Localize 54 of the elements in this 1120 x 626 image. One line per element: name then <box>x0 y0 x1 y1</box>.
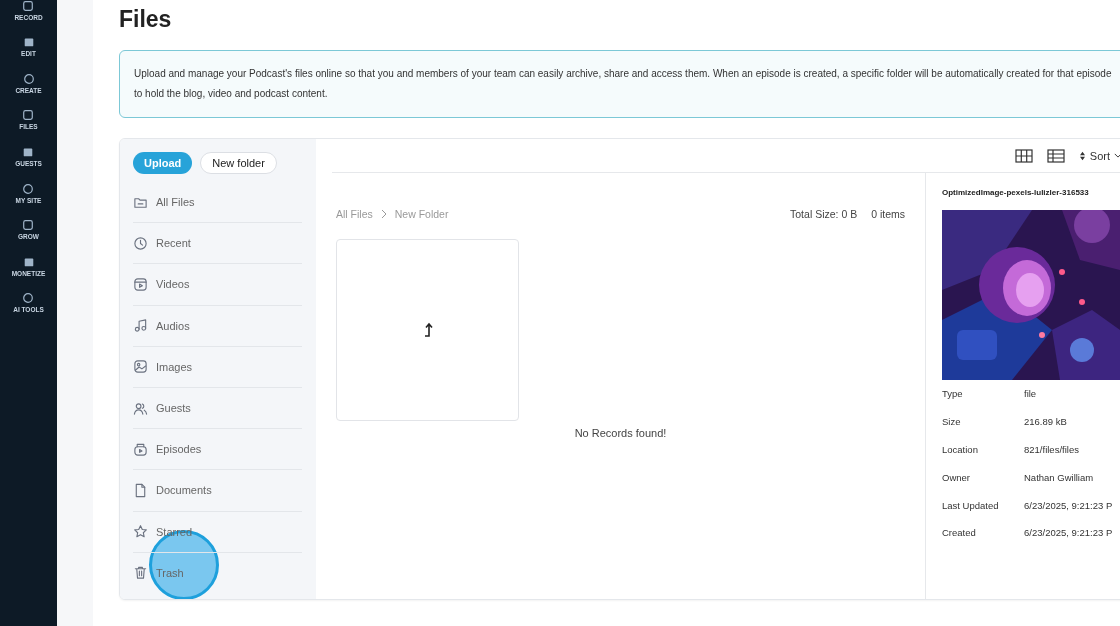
nav-icon <box>22 72 35 85</box>
detail-value: file <box>1024 388 1037 400</box>
arrow-up-icon <box>422 322 433 338</box>
clock-icon <box>133 235 148 251</box>
page-title: Files <box>119 6 173 34</box>
category-item[interactable]: Documents <box>133 470 302 512</box>
file-name: OptimizedImage-pexels-lulizler-316533 <box>942 188 1090 197</box>
detail-label: Owner <box>942 471 971 483</box>
music-icon <box>133 318 148 334</box>
sort-icon <box>1078 150 1086 161</box>
chevron-right-icon <box>380 209 387 219</box>
category-item[interactable]: Trash <box>133 552 302 593</box>
detail-value: 6/23/2025, 9:21:23 P <box>1024 527 1113 539</box>
chevron-down-icon <box>1114 153 1120 158</box>
category-item[interactable]: All Files <box>133 182 302 224</box>
total-size: Total Size: 0 B <box>790 208 858 220</box>
sort-button[interactable]: Sort <box>1078 149 1120 162</box>
detail-value: 821/files/files <box>1024 444 1079 455</box>
nav-icon <box>22 182 35 195</box>
category-item[interactable]: Episodes <box>133 429 302 471</box>
detail-label: Last Updated <box>942 499 1000 511</box>
category-item[interactable]: Guests <box>133 387 302 430</box>
breadcrumb-link[interactable]: New Folder <box>394 208 449 220</box>
nav-icon <box>22 109 35 122</box>
doc-icon <box>133 482 148 498</box>
info-banner: Upload and manage your Podcast's files online so that you and members of your team can easily archive, share and access them. When an episode is created, a specific folder will be automatically created for that episode to hold the blog, video and podcast content. <box>119 50 1120 118</box>
people-icon <box>133 400 148 416</box>
detail-label: Created <box>942 527 977 539</box>
episode-icon <box>133 441 148 457</box>
detail-value: 6/23/2025, 9:21:23 P <box>1024 499 1113 511</box>
folder-up-tile[interactable] <box>336 239 519 421</box>
list-view-icon[interactable] <box>1046 148 1065 163</box>
category-item[interactable]: Videos <box>133 264 302 306</box>
detail-value: 216.89 kB <box>1024 416 1067 428</box>
new-folder-button[interactable]: New folder <box>200 152 277 174</box>
nav-icon <box>22 36 35 49</box>
nav-icon <box>22 0 35 12</box>
category-item[interactable]: Audios <box>133 305 302 347</box>
detail-label: Location <box>942 444 979 455</box>
empty-message: No Records found! <box>573 427 668 439</box>
nav-icon <box>22 292 35 305</box>
trash-icon <box>133 565 148 581</box>
grid-view-icon[interactable] <box>1014 148 1033 163</box>
nav-icon <box>22 219 35 232</box>
detail-label: Size <box>942 416 962 428</box>
breadcrumb-link[interactable]: All Files <box>336 208 373 220</box>
image-icon <box>133 359 148 375</box>
video-icon <box>133 276 148 292</box>
category-item[interactable]: Recent <box>133 223 302 265</box>
category-item[interactable]: Images <box>133 346 302 388</box>
detail-label: Type <box>942 388 964 400</box>
star-icon <box>133 524 148 540</box>
item-count: 0 items <box>871 208 905 220</box>
detail-value: Nathan Gwilliam <box>1024 471 1094 483</box>
